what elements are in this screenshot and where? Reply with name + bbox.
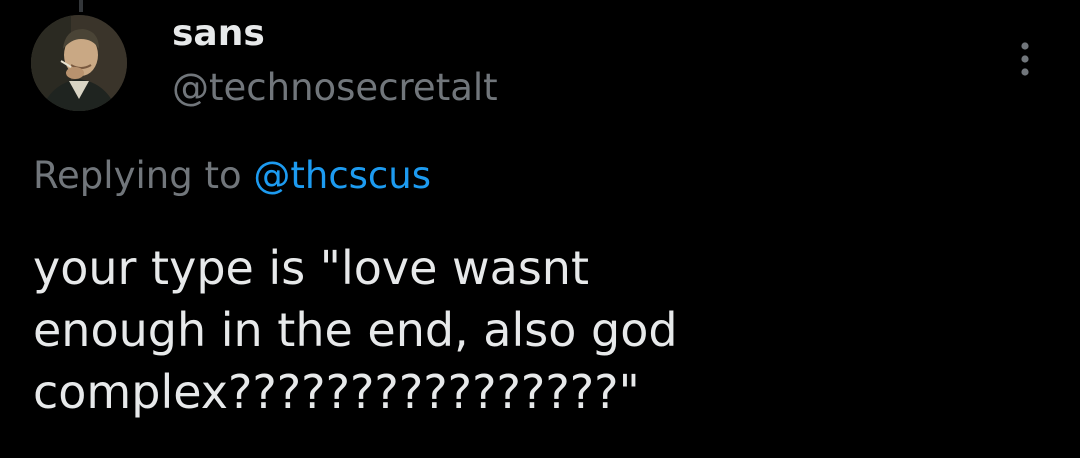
reply-mention-link[interactable]: @thcscus <box>253 154 431 197</box>
thread-connector-line <box>79 0 83 12</box>
author-handle[interactable]: @technosecretalt <box>172 62 498 114</box>
more-options-button[interactable] <box>1004 36 1046 82</box>
avatar[interactable] <box>31 15 127 111</box>
character-portrait-avatar-icon <box>31 15 127 111</box>
replying-to-label: Replying to <box>33 154 254 197</box>
more-options-vertical-icon <box>1021 42 1029 76</box>
author-display-name[interactable]: sans <box>172 8 265 60</box>
tweet-text: your type is "love wasnt enough in the e… <box>33 241 678 419</box>
replying-to-line: Replying to @thcscus <box>33 150 431 202</box>
